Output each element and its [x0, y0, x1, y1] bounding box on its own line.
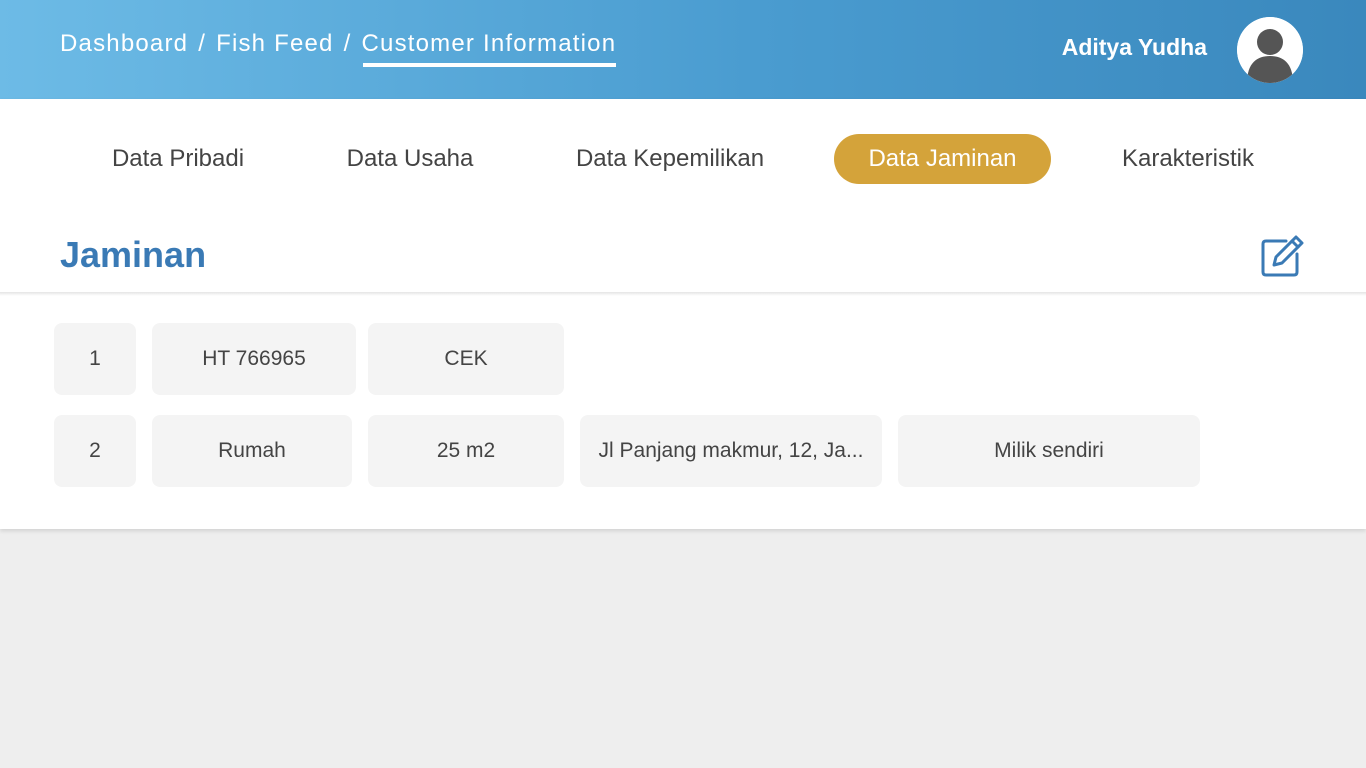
breadcrumb-dashboard[interactable]: Dashboard — [60, 30, 188, 58]
tab-data-usaha[interactable]: Data Usaha — [332, 134, 488, 184]
breadcrumb-fish-feed[interactable]: Fish Feed — [216, 30, 334, 58]
row2-ownership-cell: Milik sendiri — [898, 415, 1200, 487]
row1-number-cell: 1 — [54, 323, 136, 395]
row2-type-cell: Rumah — [152, 415, 352, 487]
breadcrumb-customer-information[interactable]: Customer Information — [361, 30, 617, 67]
tab-bar: Data Pribadi Data Usaha Data Kepemilikan… — [0, 134, 1366, 184]
row2-number-cell: 2 — [54, 415, 136, 487]
breadcrumb-separator: / — [343, 30, 352, 57]
section-title: Jaminan — [60, 234, 207, 275]
edit-icon[interactable] — [1260, 234, 1306, 278]
tab-data-pribadi[interactable]: Data Pribadi — [96, 134, 260, 184]
user-name: Aditya Yudha — [1061, 34, 1207, 60]
tab-karakteristik[interactable]: Karakteristik — [1104, 134, 1272, 184]
breadcrumb: Dashboard / Fish Feed / Customer Informa… — [60, 30, 617, 67]
row2-size-cell: 25 m2 — [368, 415, 564, 487]
row1-type-cell: HT 766965 — [152, 323, 356, 395]
row2-address-cell: Jl Panjang makmur, 12, Ja... — [580, 415, 882, 487]
header-bar: Dashboard / Fish Feed / Customer Informa… — [0, 0, 1366, 99]
tab-data-kepemilikan[interactable]: Data Kepemilikan — [560, 134, 780, 184]
row1-detail-cell: CEK — [368, 323, 564, 395]
section-divider — [0, 292, 1366, 296]
tab-data-jaminan[interactable]: Data Jaminan — [834, 134, 1051, 184]
breadcrumb-separator: / — [198, 30, 207, 57]
user-avatar-icon[interactable] — [1237, 17, 1303, 83]
